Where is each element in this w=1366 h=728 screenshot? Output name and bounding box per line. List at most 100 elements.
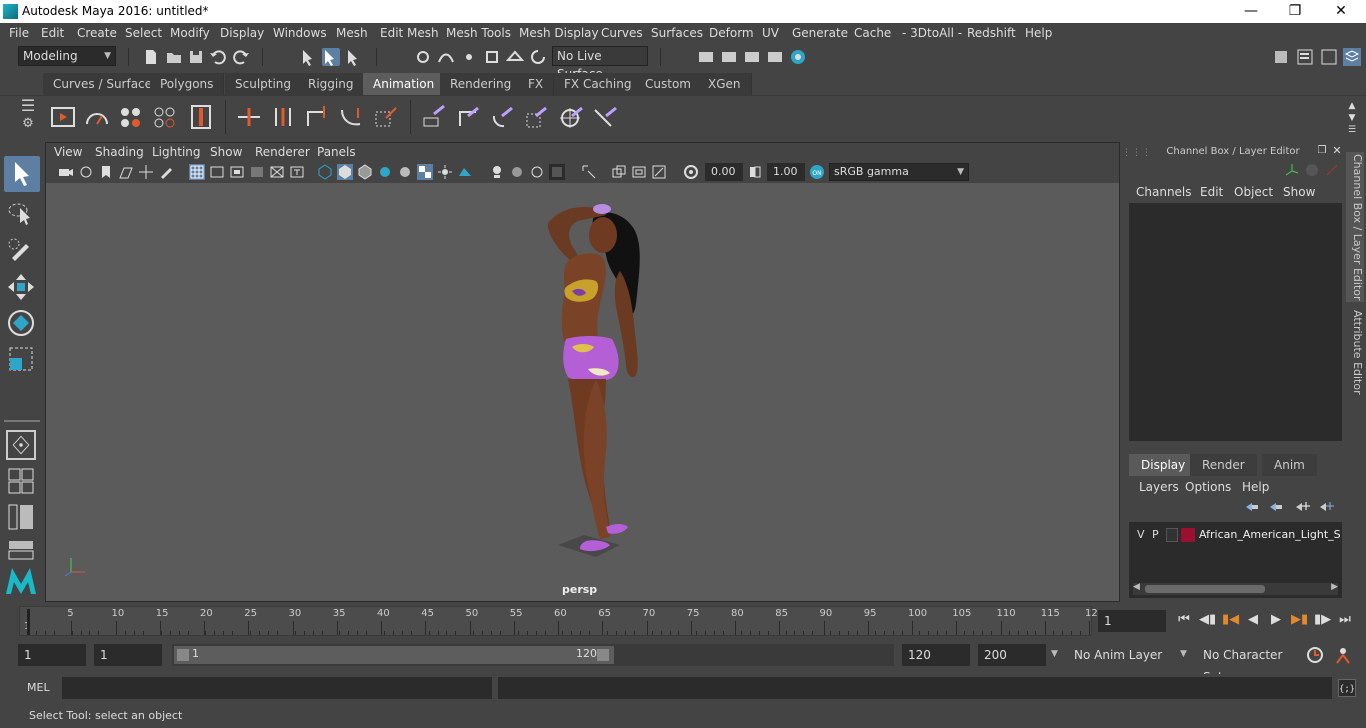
- textured-icon[interactable]: [417, 164, 433, 180]
- camera-attributes-icon[interactable]: [78, 164, 94, 180]
- viewport-menu-shading[interactable]: Shading: [95, 145, 144, 159]
- live-surface-field[interactable]: No Live Surface: [552, 46, 648, 81]
- edit-menu[interactable]: Edit: [1200, 185, 1223, 199]
- layer-visibility-toggle[interactable]: V: [1137, 528, 1145, 541]
- parent-constraint-icon[interactable]: [422, 104, 448, 130]
- motion-blur-icon[interactable]: [581, 164, 597, 180]
- menu-deform[interactable]: Deform: [709, 26, 754, 40]
- chevron-down-icon[interactable]: ▼: [1051, 649, 1058, 659]
- start-time-field[interactable]: 1: [18, 644, 86, 666]
- chevron-down-icon[interactable]: ▼: [1180, 649, 1187, 659]
- range-slider-handle[interactable]: [174, 646, 614, 664]
- undo-icon[interactable]: [209, 48, 227, 66]
- viewport-menu-renderer[interactable]: Renderer: [255, 145, 310, 159]
- xray-components-icon[interactable]: [549, 164, 565, 180]
- ambient-occlusion-icon[interactable]: [457, 164, 473, 180]
- open-scene-icon[interactable]: [165, 48, 183, 66]
- float-panel-icon[interactable]: ❐: [1314, 143, 1330, 159]
- shadows-icon[interactable]: [397, 164, 413, 180]
- view-transform-dropdown[interactable]: sRGB gamma ▼: [829, 163, 969, 181]
- snap-surface-icon[interactable]: [505, 48, 525, 66]
- isolate-select-icon[interactable]: [489, 164, 505, 180]
- color-management-icon[interactable]: ON: [809, 164, 825, 180]
- script-editor-icon[interactable]: {;}: [1338, 679, 1356, 697]
- layer-tab-render[interactable]: Render: [1190, 454, 1257, 476]
- time-slider-bar[interactable]: 1510152025303540455055606570758085909510…: [19, 606, 1098, 636]
- bookmark-icon[interactable]: [98, 164, 114, 180]
- screen-space-ao-icon[interactable]: [631, 164, 647, 180]
- field-chart-icon[interactable]: [269, 164, 285, 180]
- insert-joint-icon[interactable]: [270, 104, 296, 130]
- menu-surfaces[interactable]: Surfaces: [651, 26, 703, 40]
- object-menu[interactable]: Object: [1234, 185, 1273, 199]
- manipulator-icon[interactable]: [1284, 162, 1300, 178]
- auto-key-icon[interactable]: [1306, 646, 1324, 664]
- resolution-gate-icon[interactable]: [229, 164, 245, 180]
- unghost-icon[interactable]: [152, 104, 178, 130]
- smooth-shade-icon[interactable]: [337, 164, 353, 180]
- menu-modify[interactable]: Modify: [170, 26, 210, 40]
- play-backwards-icon[interactable]: ◀: [1245, 612, 1261, 628]
- viewport-menu-show[interactable]: Show: [210, 145, 242, 159]
- new-layer-from-selected-icon[interactable]: [1318, 500, 1334, 514]
- layer-display-type-toggle[interactable]: [1166, 528, 1178, 542]
- shelf-tab-fx[interactable]: FX: [518, 73, 555, 95]
- menu-edit-mesh[interactable]: Edit Mesh: [380, 26, 439, 40]
- menu-uv[interactable]: UV: [762, 26, 779, 40]
- character-set-dropdown[interactable]: No Character Set: [1197, 644, 1301, 684]
- use-all-lights-icon[interactable]: [377, 164, 393, 180]
- lighting-icon[interactable]: [437, 164, 453, 180]
- exposure-icon[interactable]: [683, 164, 699, 180]
- shelf-tab-sculpting[interactable]: Sculpting: [225, 73, 303, 95]
- ik-handle-icon[interactable]: [304, 104, 330, 130]
- select-tool-icon[interactable]: [4, 156, 40, 192]
- render-view-icon[interactable]: [697, 48, 715, 66]
- motion-trail-icon[interactable]: [84, 104, 110, 130]
- snap-curve-icon[interactable]: [437, 48, 455, 66]
- move-tool-icon[interactable]: [6, 272, 36, 302]
- layer-row[interactable]: V P African_American_Light_Ski: [1129, 526, 1342, 544]
- safe-action-icon[interactable]: [289, 164, 305, 180]
- shelf-settings-gear-icon[interactable]: ⚙: [18, 116, 38, 136]
- playback-start-field[interactable]: 1: [94, 644, 162, 666]
- 2d-pan-zoom-icon[interactable]: [138, 164, 154, 180]
- snap-grid-icon[interactable]: [414, 48, 432, 66]
- layer-playback-toggle[interactable]: P: [1152, 528, 1159, 541]
- select-hierarchy-icon[interactable]: [300, 48, 318, 66]
- step-forward-frame-icon[interactable]: ▮▶: [1314, 612, 1331, 628]
- menu-curves[interactable]: Curves: [601, 26, 643, 40]
- shelf-tab-rendering[interactable]: Rendering: [440, 73, 523, 95]
- layers-menu[interactable]: Layers: [1139, 480, 1179, 494]
- multisample-icon[interactable]: [611, 164, 627, 180]
- menu-cache[interactable]: Cache: [854, 26, 891, 40]
- wireframe-on-shaded-icon[interactable]: [357, 164, 373, 180]
- animation-preferences-icon[interactable]: [1334, 646, 1352, 664]
- xray-icon[interactable]: [509, 164, 525, 180]
- select-object-icon[interactable]: [322, 48, 340, 66]
- menu-select[interactable]: Select: [125, 26, 162, 40]
- point-constraint-icon[interactable]: [456, 104, 482, 130]
- channels-menu[interactable]: Channels: [1136, 185, 1192, 199]
- film-gate-icon[interactable]: [209, 164, 225, 180]
- go-to-end-icon[interactable]: ⏭: [1337, 612, 1353, 628]
- save-scene-icon[interactable]: [187, 48, 205, 66]
- move-layer-down-icon[interactable]: [1268, 500, 1284, 514]
- aim-constraint-icon[interactable]: [558, 104, 584, 130]
- help-menu[interactable]: Help: [1242, 480, 1269, 494]
- toggle-attribute-editor-icon[interactable]: [1296, 48, 1314, 66]
- menu-redshift[interactable]: Redshift: [967, 26, 1016, 40]
- grid-toggle-icon[interactable]: [189, 164, 205, 180]
- ik-spline-icon[interactable]: [338, 104, 364, 130]
- menu-mesh-display[interactable]: Mesh Display: [519, 26, 599, 40]
- menu-create[interactable]: Create: [77, 26, 117, 40]
- layer-tab-anim[interactable]: Anim: [1262, 454, 1317, 476]
- shelf-tab-polygons[interactable]: Polygons: [150, 73, 225, 95]
- new-empty-layer-icon[interactable]: [1294, 500, 1310, 514]
- viewport-menu-lighting[interactable]: Lighting: [152, 145, 201, 159]
- playback-end-field[interactable]: 120: [902, 644, 970, 666]
- menu-display[interactable]: Display: [220, 26, 264, 40]
- scrollbar-thumb[interactable]: [1145, 585, 1265, 593]
- render-settings-icon[interactable]: [766, 48, 784, 66]
- redo-icon[interactable]: [232, 48, 250, 66]
- end-time-field[interactable]: 200: [978, 644, 1046, 666]
